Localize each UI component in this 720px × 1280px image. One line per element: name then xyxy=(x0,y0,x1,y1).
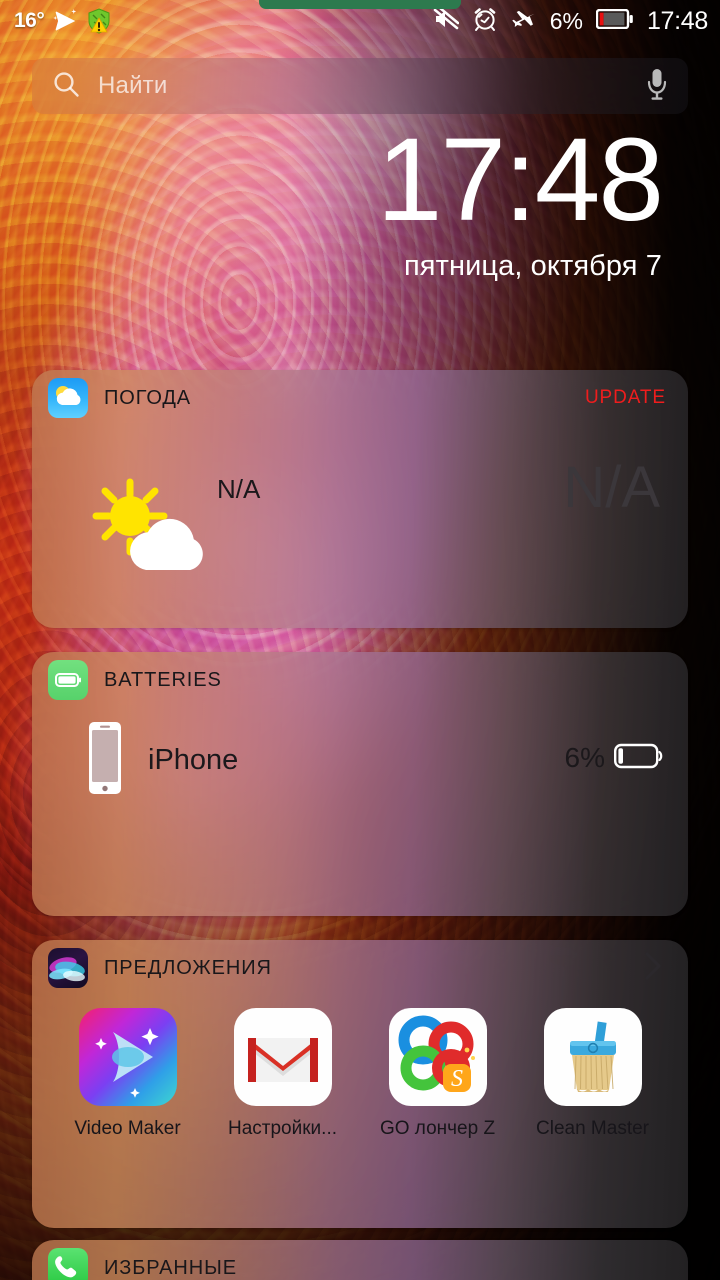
video-play-icon xyxy=(53,9,77,33)
suggestion-app-label: Video Maker xyxy=(74,1118,181,1139)
widget-weather-header: ПОГОДА UPDATE xyxy=(32,370,688,426)
battery-device-percent: 6% xyxy=(564,742,605,773)
search-input[interactable]: Найти xyxy=(98,72,167,100)
video-maker-app-icon xyxy=(78,1008,177,1106)
widget-batteries[interactable]: BATTERIES iPhone 6% xyxy=(32,652,688,916)
search-icon xyxy=(52,70,80,103)
sun-behind-cloud-icon xyxy=(88,478,218,578)
battery-device-row: iPhone 6% xyxy=(32,708,688,818)
green-shield-warning-icon xyxy=(86,8,112,34)
suggestion-app-clean-master[interactable]: Clean Master xyxy=(527,1008,659,1140)
status-battery-percent: 6% xyxy=(549,7,583,34)
clock-date: пятница, октября 7 xyxy=(404,250,662,283)
mute-icon xyxy=(433,6,459,36)
weather-app-icon xyxy=(48,378,88,418)
widget-favorites-header: ИЗБРАННЫЕ xyxy=(32,1240,688,1280)
search-bar[interactable]: Найти xyxy=(32,58,688,114)
battery-device-status: 6% xyxy=(565,742,664,774)
lock-screen-clock: 17:48 пятница, октября 7 xyxy=(0,120,700,283)
chevron-right-icon[interactable] xyxy=(640,949,666,988)
weather-temperature: N/A xyxy=(563,455,660,520)
widget-favorites[interactable]: ИЗБРАННЫЕ xyxy=(32,1240,688,1280)
status-temperature: 16° xyxy=(14,9,45,32)
phone-icon xyxy=(48,1248,88,1280)
microphone-icon[interactable] xyxy=(646,67,668,106)
battery-icon xyxy=(595,8,634,34)
suggestion-app-go-launcher[interactable]: S GO лончер Z xyxy=(372,1008,504,1140)
suggestion-app-label: GO лончер Z xyxy=(379,1118,496,1139)
alarm-clock-icon xyxy=(472,6,498,37)
clock-time: 17:48 xyxy=(376,114,664,246)
suggestion-app-video-maker[interactable]: Video Maker xyxy=(62,1008,194,1140)
suggestion-app-label: Clean Master xyxy=(536,1118,649,1139)
weather-condition: N/A xyxy=(217,474,261,504)
suggestion-app-label: Настройки... xyxy=(228,1118,337,1139)
svg-text:S: S xyxy=(451,1066,463,1092)
status-bar-right: 6% 17:48 xyxy=(433,6,720,37)
widget-suggestions-title: ПРЕДЛОЖЕНИЯ xyxy=(104,956,272,979)
widget-weather-body: N/A N/A xyxy=(32,426,688,628)
go-launcher-app-icon: S xyxy=(388,1008,487,1106)
battery-device-name: iPhone xyxy=(148,744,239,776)
iphone-icon xyxy=(82,720,128,801)
suggestion-app-list: Video Maker Настройки... S GO лончер Z C… xyxy=(32,996,688,1140)
widget-suggestions-header: ПРЕДЛОЖЕНИЯ xyxy=(32,940,688,996)
widget-batteries-header: BATTERIES xyxy=(32,652,688,708)
batteries-app-icon xyxy=(48,660,88,700)
clean-master-app-icon xyxy=(543,1008,642,1106)
gmail-app-icon xyxy=(233,1008,332,1106)
weather-update-button[interactable]: UPDATE xyxy=(585,387,666,409)
screen-recording-indicator xyxy=(259,0,461,9)
widget-favorites-title: ИЗБРАННЫЕ xyxy=(104,1256,237,1279)
suggestion-app-nastroyki[interactable]: Настройки... xyxy=(217,1008,349,1140)
widget-weather[interactable]: ПОГОДА UPDATE N/A N/A xyxy=(32,370,688,628)
status-bar-left: 16° xyxy=(0,8,112,34)
siri-suggestions-icon xyxy=(48,948,88,988)
battery-low-icon xyxy=(614,743,664,774)
widget-batteries-title: BATTERIES xyxy=(104,668,222,691)
status-clock: 17:48 xyxy=(646,6,708,35)
airplane-mode-icon xyxy=(511,7,537,36)
widget-weather-title: ПОГОДА xyxy=(104,386,192,409)
widget-suggestions[interactable]: ПРЕДЛОЖЕНИЯ Video Maker Настройки... S G… xyxy=(32,940,688,1228)
